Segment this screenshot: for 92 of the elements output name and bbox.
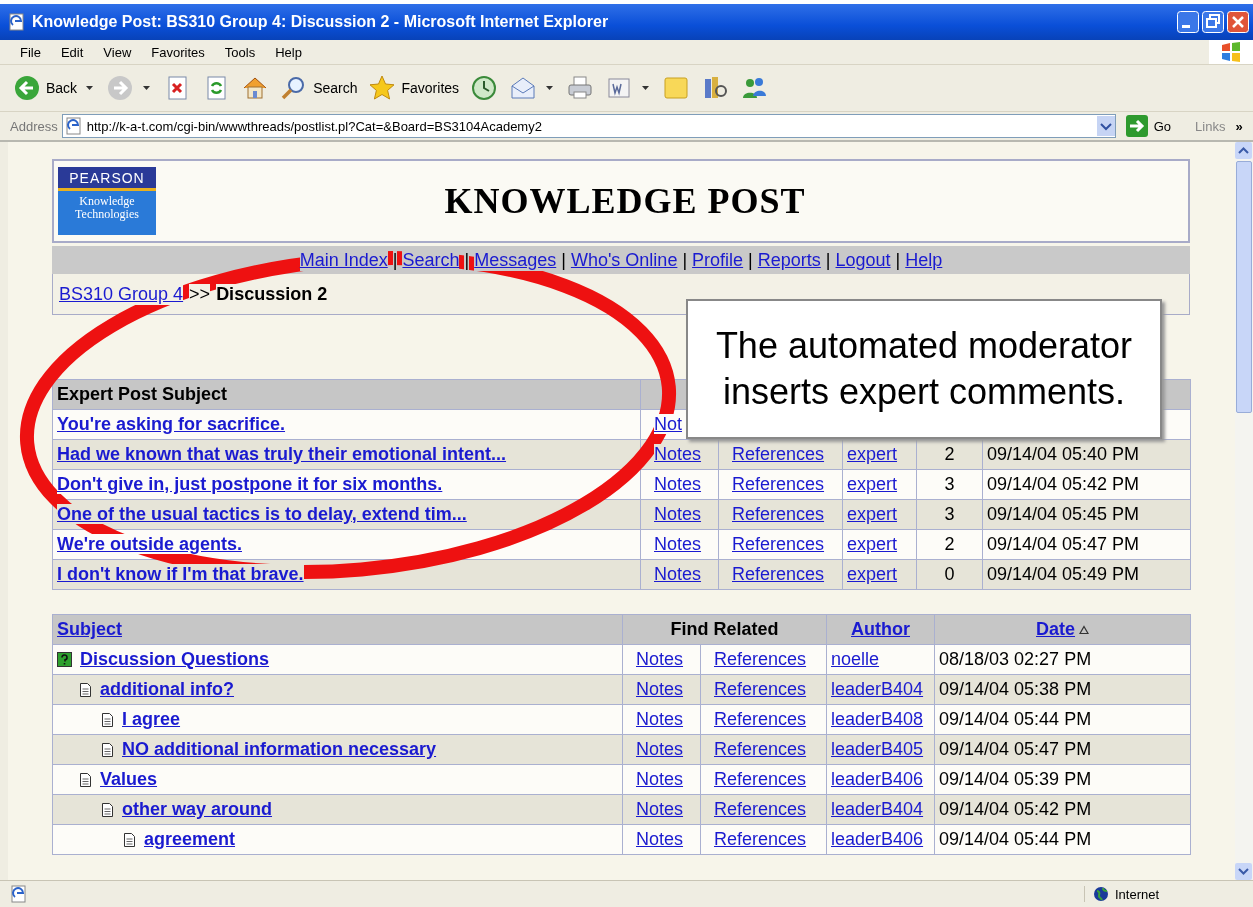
menu-item[interactable]: Tools [214,44,266,60]
column-header: Expert Post Subject [52,379,641,410]
notes-link[interactable]: Notes [636,649,684,669]
minimize-icon[interactable] [1177,11,1199,33]
username-link[interactable]: leaderB404 [831,799,924,819]
close-icon[interactable] [1227,11,1249,33]
post-subject-link[interactable]: Values [100,769,158,790]
username-link[interactable]: leaderB405 [831,739,924,759]
globe-icon [1093,886,1109,902]
post-icon [101,802,114,817]
menu-item[interactable]: View [93,44,142,60]
windows-logo-icon [1219,40,1243,64]
menu-item[interactable]: Favorites [141,44,215,60]
references-link[interactable]: References [714,649,807,669]
notes-link[interactable]: Notes [636,769,684,789]
references-link[interactable]: References [732,504,825,524]
nav-link[interactable]: Main Index [299,249,388,271]
back-button[interactable]: Back [10,72,81,104]
notes-link[interactable]: Not [654,414,682,434]
post-icon [101,742,114,757]
references-link[interactable]: References [732,474,825,494]
site-title: KNOWLEDGE POST [443,180,807,222]
more-button[interactable]: » [1235,118,1243,134]
notes-link[interactable]: Notes [636,739,684,759]
menu-item[interactable]: Help [265,44,312,60]
post-subject-link[interactable]: NO additional information necessary [122,739,437,760]
notes-link[interactable]: Notes [636,799,684,819]
ie-page-icon [8,13,26,31]
references-link[interactable]: References [714,829,807,849]
scroll-up-icon[interactable] [1235,142,1252,159]
post-subject-link[interactable]: I agree [122,709,181,730]
notes-link[interactable]: Notes [654,504,702,524]
separator: | [392,249,398,271]
scroll-down-icon[interactable] [1235,863,1252,880]
username-link[interactable]: leaderB406 [831,829,924,849]
post-icon [79,682,92,697]
post-subject-link[interactable]: other way around [122,799,273,820]
notes-link[interactable]: Notes [654,444,702,464]
post-icon [123,832,136,847]
username-link[interactable]: noelle [831,649,880,669]
references-link[interactable]: References [714,739,807,759]
references-link[interactable]: References [714,709,807,729]
post-subject-link[interactable]: You're asking for sacrifice. [57,414,286,434]
logo: PEARSON Knowledge Technologies [58,167,156,235]
question-post-icon [57,652,72,667]
favorites-button[interactable]: Favorites [365,72,463,104]
post-subject-link[interactable]: agreement [144,829,236,850]
post-subject-link[interactable]: additional info? [100,679,234,700]
sort-ascending-icon[interactable] [1079,625,1089,635]
references-link[interactable]: References [732,534,825,554]
post-subject-link[interactable]: We're outside agents. [57,534,242,554]
go-button[interactable]: Go [1119,115,1178,137]
column-header-link[interactable]: Subject [57,619,122,639]
notes-link[interactable]: Notes [654,534,702,554]
references-link[interactable]: References [714,679,807,699]
address-label: Address [10,118,58,134]
post-subject-link[interactable]: Discussion Questions [80,649,270,670]
restore-icon[interactable] [1202,11,1224,33]
internet-zone-label: Internet [1115,886,1160,902]
column-header-link[interactable]: Date [1036,619,1075,639]
post-subject-link[interactable]: I don't know if I'm that brave. [57,564,304,584]
menu-item[interactable]: File [10,44,51,60]
post-icon [79,772,92,787]
post-subject-link[interactable]: One of the usual tactics is to delay, extend tim... [57,504,467,524]
references-link[interactable]: References [714,769,807,789]
notes-link[interactable]: Notes [654,474,702,494]
username-link[interactable]: leaderB408 [831,709,924,729]
notes-link[interactable]: Notes [654,564,702,584]
search-button[interactable]: Search [277,72,361,104]
username-link[interactable]: leaderB404 [831,679,924,699]
references-link[interactable]: References [732,444,825,464]
scrollbar[interactable] [1235,142,1253,880]
notes-link[interactable]: Notes [636,829,684,849]
nav-link[interactable]: Search [402,249,460,271]
callout-tooltip: The automated moderator inserts expert comments. [686,299,1162,439]
username-link[interactable]: leaderB406 [831,769,924,789]
breadcrumb-link[interactable]: BS310 Group 4 [59,283,184,305]
ie-page-icon [10,885,28,903]
column-header-link[interactable]: Author [851,619,910,639]
references-link[interactable]: References [714,799,807,819]
address-field[interactable]: http://k-a-t.com/cgi-bin/wwwthreads/postlist.pl?Cat=&Board=BS3104Academy2 [61,114,1116,138]
post-icon [101,712,114,727]
scroll-thumb[interactable] [1236,161,1252,413]
ie-page-icon [64,117,83,135]
references-link[interactable]: References [732,564,825,584]
star-icon [368,74,397,102]
menu-item[interactable]: Edit [50,44,94,60]
post-subject-link[interactable]: Don't give in, just postpone it for six months. [57,474,443,494]
post-subject-link[interactable]: Had we known that was truly their emotional intent... [57,444,507,464]
window-title: Knowledge Post: BS310 Group 4: Discussion 2 - Microsoft Internet Explorer [32,13,610,31]
notes-link[interactable]: Notes [636,679,684,699]
notes-link[interactable]: Notes [636,709,684,729]
